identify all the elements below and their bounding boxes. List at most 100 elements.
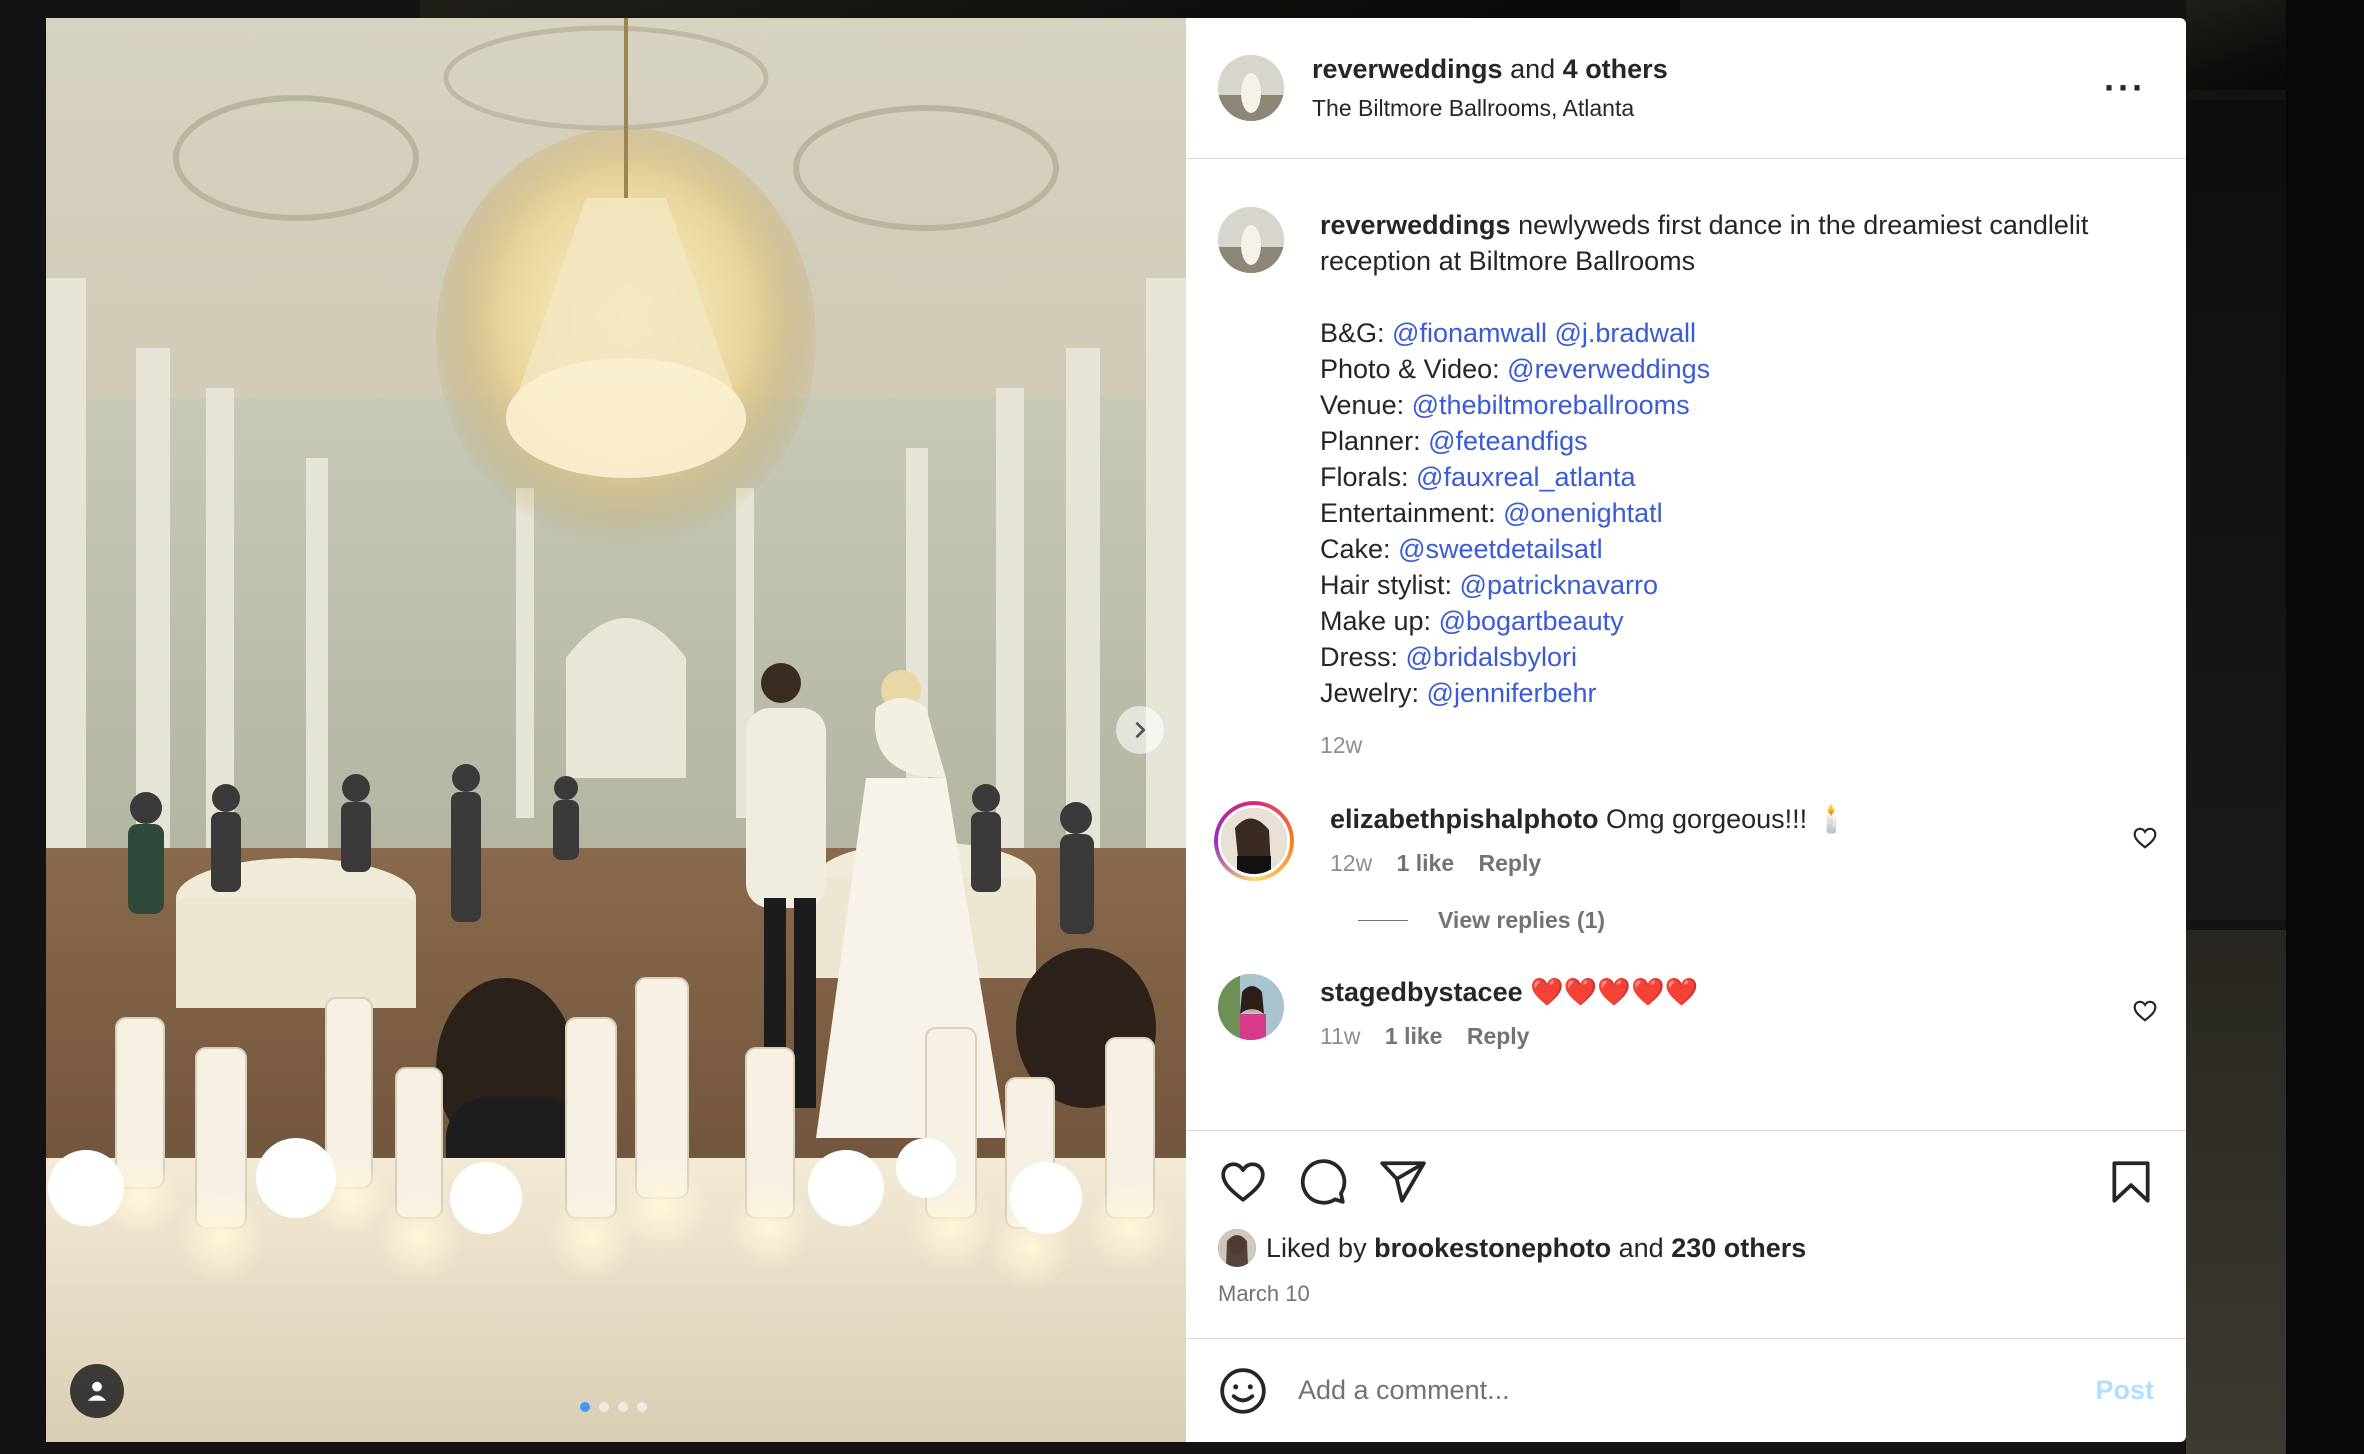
reply-button[interactable]: Reply — [1467, 1023, 1530, 1049]
credit-line: Hair stylist: @patricknavarro — [1320, 567, 2158, 603]
commenter-avatar[interactable] — [1218, 974, 1284, 1040]
liked-user[interactable]: brookestonephoto — [1374, 1233, 1611, 1264]
credit-label: Cake: — [1320, 534, 1391, 564]
avatar-image — [1218, 974, 1284, 1040]
comments-section: reverweddings newlyweds first dance in t… — [1186, 159, 2186, 1130]
credit-handle-link[interactable]: @patricknavarro — [1460, 570, 1658, 600]
likes-count[interactable]: 230 others — [1671, 1233, 1806, 1264]
caption-age: 12w — [1320, 732, 1363, 758]
coauthors-link[interactable]: 4 others — [1563, 54, 1668, 84]
post-header: reverweddings and 4 others The Biltmore … — [1186, 18, 2186, 159]
avatar-image — [1218, 1229, 1256, 1267]
credit-handle-link[interactable]: @fionamwall @j.bradwall — [1392, 318, 1696, 348]
liked-by: Liked by brookestonephoto and 230 others — [1218, 1229, 2154, 1267]
comment-age: 12w — [1330, 850, 1373, 876]
post-actions: Liked by brookestonephoto and 230 others… — [1186, 1130, 2186, 1338]
credit-label: Dress: — [1320, 642, 1399, 672]
reply-button[interactable]: Reply — [1479, 850, 1542, 876]
view-replies-button[interactable]: View replies (1) — [1358, 907, 2158, 934]
credit-handle-link[interactable]: @sweetdetailsatl — [1398, 534, 1603, 564]
chevron-right-icon — [1135, 722, 1146, 738]
credit-label: Florals: — [1320, 462, 1409, 492]
add-comment-bar: Post — [1186, 1338, 2186, 1442]
credits-list: B&G: @fionamwall @j.bradwall Photo & Vide… — [1320, 315, 2158, 711]
credit-label: Venue: — [1320, 390, 1405, 420]
post-location[interactable]: The Biltmore Ballrooms, Atlanta — [1312, 95, 1668, 122]
user-icon — [87, 1381, 107, 1401]
credit-label: Entertainment: — [1320, 498, 1496, 528]
like-comment-heart-icon[interactable] — [2132, 998, 2158, 1024]
post-comment-button[interactable]: Post — [2095, 1375, 2154, 1406]
carousel-dot — [580, 1402, 590, 1412]
credit-line: Photo & Video: @reverweddings — [1320, 351, 2158, 387]
liked-prefix: Liked by — [1266, 1232, 1367, 1263]
avatar-image — [1218, 55, 1284, 121]
credit-line: Cake: @sweetdetailsatl — [1320, 531, 2158, 567]
share-send-icon[interactable] — [1378, 1157, 1428, 1207]
wedding-photo — [46, 18, 1186, 1442]
credit-label: B&G: — [1320, 318, 1385, 348]
liker-avatar[interactable] — [1218, 1229, 1256, 1267]
save-bookmark-icon[interactable] — [2106, 1157, 2156, 1207]
caption-username[interactable]: reverweddings — [1320, 210, 1511, 240]
credit-line: Florals: @fauxreal_atlanta — [1320, 459, 2158, 495]
liked-and: and — [1618, 1232, 1664, 1263]
comment-likes[interactable]: 1 like — [1385, 1023, 1443, 1049]
credit-line: Venue: @thebiltmoreballrooms — [1320, 387, 2158, 423]
post-media — [46, 18, 1186, 1442]
post-modal: reverweddings and 4 others The Biltmore … — [46, 18, 2186, 1442]
emoji-icon[interactable] — [1218, 1366, 1268, 1416]
comment-text: ❤️❤️❤️❤️❤️ — [1530, 977, 1699, 1007]
like-comment-heart-icon[interactable] — [2132, 825, 2158, 851]
credit-handle-link[interactable]: @feteandfigs — [1428, 426, 1588, 456]
credit-handle-link[interactable]: @onenightatl — [1503, 498, 1663, 528]
carousel-indicator — [580, 1402, 647, 1412]
comment-username[interactable]: elizabethpishalphoto — [1330, 804, 1599, 834]
credit-line: B&G: @fionamwall @j.bradwall — [1320, 315, 2158, 351]
carousel-dot — [618, 1402, 628, 1412]
avatar-image — [1221, 808, 1287, 874]
credit-handle-link[interactable]: @bridalsbylori — [1406, 642, 1577, 672]
credit-handle-link[interactable]: @jenniferbehr — [1427, 678, 1597, 708]
credit-handle-link[interactable]: @reverweddings — [1507, 354, 1710, 384]
credit-label: Make up: — [1320, 606, 1432, 636]
post-date[interactable]: March 10 — [1218, 1281, 2154, 1307]
credit-handle-link[interactable]: @bogartbeauty — [1439, 606, 1624, 636]
credit-line: Planner: @feteandfigs — [1320, 423, 2158, 459]
replies-divider — [1358, 920, 1408, 921]
author-username[interactable]: reverweddings — [1312, 54, 1503, 84]
credit-label: Jewelry: — [1320, 678, 1420, 708]
avatar-image — [1218, 207, 1284, 273]
post-sidebar: reverweddings and 4 others The Biltmore … — [1186, 18, 2186, 1442]
comment-username[interactable]: stagedbystacee — [1320, 977, 1523, 1007]
story-ring-avatar[interactable] — [1214, 801, 1294, 881]
carousel-dot — [599, 1402, 609, 1412]
credit-line: Make up: @bogartbeauty — [1320, 603, 2158, 639]
more-horizontal-icon: ··· — [2104, 67, 2146, 108]
credit-line: Entertainment: @onenightatl — [1320, 495, 2158, 531]
credit-line: Jewelry: @jenniferbehr — [1320, 675, 2158, 711]
next-slide-button[interactable] — [1116, 706, 1164, 754]
like-heart-icon[interactable] — [1218, 1157, 1268, 1207]
comment-text: Omg gorgeous!!! 🕯️ — [1606, 804, 1849, 834]
caption: reverweddings newlyweds first dance in t… — [1218, 207, 2158, 763]
carousel-dot — [637, 1402, 647, 1412]
tagged-users-button[interactable] — [70, 1364, 124, 1418]
caption-author-avatar[interactable] — [1218, 207, 1284, 273]
comment-age: 11w — [1320, 1023, 1361, 1049]
credit-handle-link[interactable]: @thebiltmoreballrooms — [1412, 390, 1690, 420]
coauthors-and: and — [1510, 54, 1556, 84]
more-options-button[interactable]: ··· — [2104, 67, 2146, 109]
view-replies-label: View replies (1) — [1438, 907, 1606, 933]
author-avatar[interactable] — [1218, 55, 1284, 121]
comment-item: stagedbystacee ❤️❤️❤️❤️❤️ 11w 1 like Rep… — [1218, 974, 2158, 1054]
credit-label: Planner: — [1320, 426, 1421, 456]
comment-item: elizabethpishalphoto Omg gorgeous!!! 🕯️ … — [1214, 801, 2158, 881]
author-line: reverweddings and 4 others — [1312, 54, 1668, 85]
credit-line: Dress: @bridalsbylori — [1320, 639, 2158, 675]
comment-likes[interactable]: 1 like — [1397, 850, 1455, 876]
credit-label: Hair stylist: — [1320, 570, 1453, 600]
comment-bubble-icon[interactable] — [1298, 1157, 1348, 1207]
credit-handle-link[interactable]: @fauxreal_atlanta — [1416, 462, 1636, 492]
comment-input[interactable] — [1296, 1374, 2096, 1407]
